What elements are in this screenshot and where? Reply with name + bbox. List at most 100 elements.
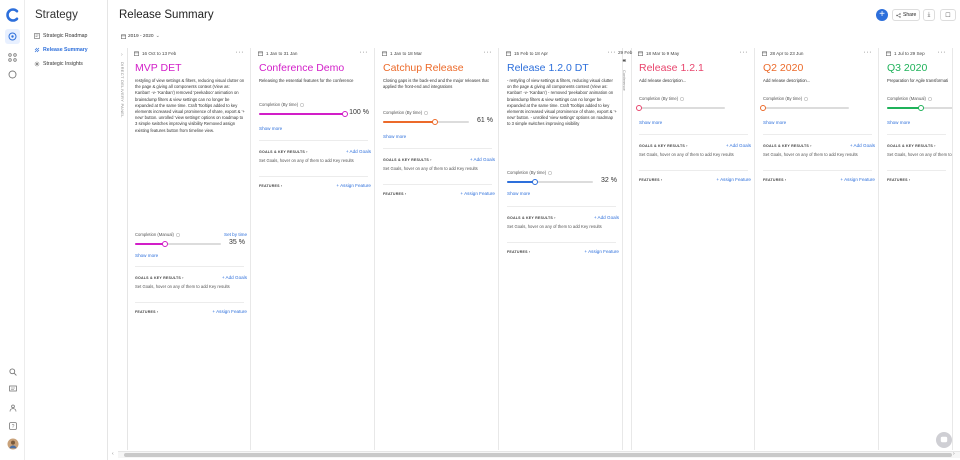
team-icon[interactable] — [5, 400, 20, 415]
goals-hint: Set Goals, hover on any of them to add K… — [887, 152, 952, 157]
show-more-link[interactable]: Show more — [763, 120, 786, 125]
assign-feature-button[interactable]: + Assign Feature — [212, 309, 247, 314]
show-more-link[interactable]: Show more — [507, 191, 530, 196]
progress-knob[interactable] — [432, 119, 439, 125]
release-name[interactable]: Conference Demo — [259, 62, 344, 74]
release-name[interactable]: MVP DET — [135, 62, 181, 74]
release-name[interactable]: Release 1.2.0 DT — [507, 62, 589, 74]
add-goals-button[interactable]: + Add Goals — [850, 143, 875, 148]
sidebar-item-release-summary[interactable]: Release Summary — [32, 44, 106, 55]
features-header[interactable]: FEATURES › + Assign Feature — [763, 177, 875, 182]
scrollbar-thumb[interactable] — [124, 453, 952, 457]
strategy-icon[interactable] — [5, 29, 20, 44]
assign-feature-button[interactable]: + Assign Feature — [840, 177, 875, 182]
progress-slider[interactable]: 100 % — [259, 109, 371, 119]
progress-knob[interactable] — [636, 105, 642, 111]
insights-rail-icon[interactable] — [5, 67, 20, 82]
more-options-icon[interactable]: ··· — [608, 49, 617, 56]
scroll-right-icon[interactable]: › — [953, 451, 955, 457]
progress-knob[interactable] — [162, 241, 169, 247]
progress-knob[interactable] — [918, 105, 925, 111]
features-header[interactable]: FEATURES › + Assign Feature — [507, 249, 619, 254]
apps-grid-icon[interactable] — [5, 50, 20, 65]
goals-header[interactable]: GOALS & KEY RESULTS › + Add Goals — [135, 275, 247, 280]
horizontal-scrollbar[interactable] — [118, 451, 960, 458]
share-button[interactable]: Share — [892, 9, 921, 21]
app-logo-icon[interactable] — [6, 8, 20, 22]
assign-feature-button[interactable]: + Assign Feature — [716, 177, 751, 182]
comments-icon[interactable]: ☐ — [940, 9, 956, 21]
more-options-icon[interactable]: ··· — [236, 49, 245, 56]
features-header-label: FEATURES — [383, 192, 404, 196]
add-goals-button[interactable]: + Add Goals — [594, 215, 619, 220]
add-goals-button[interactable]: + Add Goals — [346, 149, 371, 154]
progress-knob[interactable] — [342, 111, 348, 117]
sidebar-item-strategic-roadmap[interactable]: Strategic Roadmap — [32, 30, 106, 41]
milestone-marker[interactable]: 29 Feb Conference — [618, 48, 632, 450]
release-name[interactable]: Q2 2020 — [763, 62, 803, 74]
sidebar-item-strategic-insights[interactable]: Strategic Insights — [32, 58, 106, 69]
progress-slider[interactable]: 32 % — [507, 177, 619, 187]
help-icon[interactable]: ? — [5, 418, 20, 433]
assign-feature-button[interactable]: + Assign Feature — [460, 191, 495, 196]
user-avatar-icon[interactable] — [5, 436, 20, 451]
assign-feature-button[interactable]: + Assign Feature — [584, 249, 619, 254]
show-more-link[interactable]: Show more — [135, 253, 158, 258]
more-options-icon[interactable]: ··· — [938, 49, 947, 56]
release-description[interactable]: - restyling of view settings & filters, … — [507, 78, 617, 150]
release-dates: 16 Oct to 13 Feb — [134, 51, 176, 56]
progress-knob[interactable] — [760, 105, 766, 111]
collapsed-panel[interactable]: › DIRECT DELIVERY PANEL — [119, 48, 128, 450]
show-more-link[interactable]: Show more — [639, 120, 662, 125]
search-icon[interactable] — [5, 364, 20, 379]
goals-header[interactable]: GOALS & KEY RESULTS › + Add Goals — [763, 143, 875, 148]
release-description[interactable]: Add release description... — [763, 78, 873, 88]
goals-header[interactable]: GOALS & KEY RESULTS › + — [887, 144, 952, 148]
release-name[interactable]: Release 1.2.1 — [639, 62, 704, 74]
features-header[interactable]: FEATURES › + Assign Feature — [259, 183, 371, 188]
show-more-link[interactable]: Show more — [259, 126, 282, 131]
add-goals-button[interactable]: + Add Goals — [726, 143, 751, 148]
goals-header[interactable]: GOALS & KEY RESULTS › + Add Goals — [259, 149, 371, 154]
show-more-link[interactable]: Show more — [383, 134, 406, 139]
assign-feature-button[interactable]: + Assign Feature — [336, 183, 371, 188]
messages-icon[interactable] — [5, 381, 20, 396]
export-icon[interactable]: ⤓ — [923, 9, 935, 21]
release-description[interactable]: restyling of view settings & filters, re… — [135, 78, 245, 198]
set-by-time-link[interactable]: Set by time — [224, 232, 247, 237]
progress-slider[interactable]: 61 % — [383, 117, 495, 127]
progress-slider[interactable] — [636, 103, 751, 113]
progress-slider[interactable] — [887, 103, 952, 113]
more-options-icon[interactable]: ··· — [360, 49, 369, 56]
goals-header[interactable]: GOALS & KEY RESULTS › + Add Goals — [507, 215, 619, 220]
release-description[interactable]: Preparation for Agile transformati — [887, 78, 952, 88]
date-range-select[interactable]: 2019 - 2020 ⌄ — [119, 31, 162, 41]
scroll-left-icon[interactable]: ‹ — [112, 451, 114, 457]
release-name[interactable]: Q3 2020 — [887, 62, 927, 74]
release-description[interactable]: Releasing the essential features for the… — [259, 78, 369, 94]
goals-header[interactable]: GOALS & KEY RESULTS › + Add Goals — [639, 143, 751, 148]
release-description[interactable]: Add release description... — [639, 78, 749, 88]
add-goals-button[interactable]: + Add Goals — [222, 275, 247, 280]
chat-help-button[interactable] — [936, 432, 952, 448]
more-options-icon[interactable]: ··· — [740, 49, 749, 56]
goals-header-label: GOALS & KEY RESULTS — [507, 216, 553, 220]
more-options-icon[interactable]: ··· — [484, 49, 493, 56]
progress-slider[interactable] — [760, 103, 875, 113]
goals-header[interactable]: GOALS & KEY RESULTS › + Add Goals — [383, 157, 495, 162]
features-header-label: FEATURES — [259, 184, 280, 188]
add-goals-button[interactable]: + Add Goals — [470, 157, 495, 162]
show-more-link[interactable]: Show more — [887, 120, 910, 125]
add-button[interactable]: + — [876, 9, 888, 21]
progress-slider[interactable]: 35 % — [135, 239, 247, 249]
release-name[interactable]: Catchup Release — [383, 62, 464, 74]
features-header[interactable]: FEATURES › + Assign Feature — [135, 309, 247, 314]
features-header[interactable]: FEATURES › + Assign Feature — [639, 177, 751, 182]
progress-label: Completion (By time) — [763, 96, 803, 101]
features-header[interactable]: FEATURES › + — [887, 178, 952, 182]
progress-knob[interactable] — [531, 179, 538, 185]
release-description[interactable]: Closing gaps is the back-end and the maj… — [383, 78, 493, 100]
expand-arrow-icon[interactable]: › — [121, 52, 123, 58]
more-options-icon[interactable]: ··· — [864, 49, 873, 56]
features-header[interactable]: FEATURES › + Assign Feature — [383, 191, 495, 196]
